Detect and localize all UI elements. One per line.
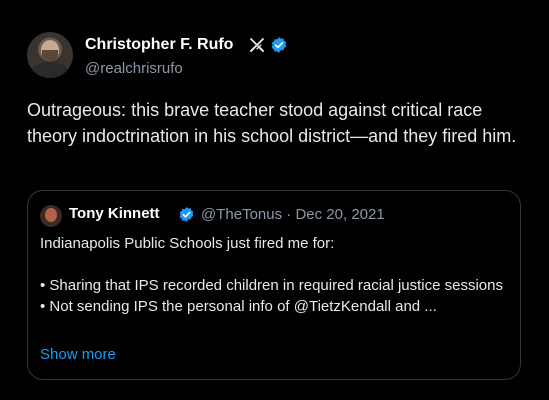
- quoted-author-handle[interactable]: @TheTonus: [201, 206, 282, 223]
- meta-separator: ·: [286, 206, 292, 223]
- quoted-meta: @TheTonus · Dec 20, 2021: [201, 206, 385, 223]
- author-name[interactable]: Christopher F. Rufo: [85, 36, 233, 54]
- author-avatar[interactable]: [27, 32, 73, 78]
- show-more-link[interactable]: Show more: [40, 346, 116, 363]
- quoted-tweet-text: Indianapolis Public Schools just fired m…: [40, 233, 510, 317]
- quoted-author-name[interactable]: Tony Kinnett: [69, 205, 160, 222]
- quoted-line: Indianapolis Public Schools just fired m…: [40, 235, 335, 252]
- verified-badge-icon: [271, 37, 287, 53]
- tweet: Christopher F. Rufo @realchrisrufo Outra…: [0, 0, 549, 400]
- crossed-swords-icon: [250, 38, 264, 52]
- quoted-line: • Not sending IPS the personal info of @…: [40, 298, 437, 315]
- quoted-line: • Sharing that IPS recorded children in …: [40, 277, 503, 294]
- quoted-tweet[interactable]: Tony Kinnett @TheTonus · Dec 20, 2021 In…: [27, 190, 521, 380]
- tweet-text: Outrageous: this brave teacher stood aga…: [27, 100, 517, 146]
- author-handle[interactable]: @realchrisrufo: [85, 60, 183, 77]
- verified-badge-icon: [179, 207, 194, 222]
- quoted-author-avatar[interactable]: [40, 205, 62, 227]
- quoted-date[interactable]: Dec 20, 2021: [295, 206, 384, 223]
